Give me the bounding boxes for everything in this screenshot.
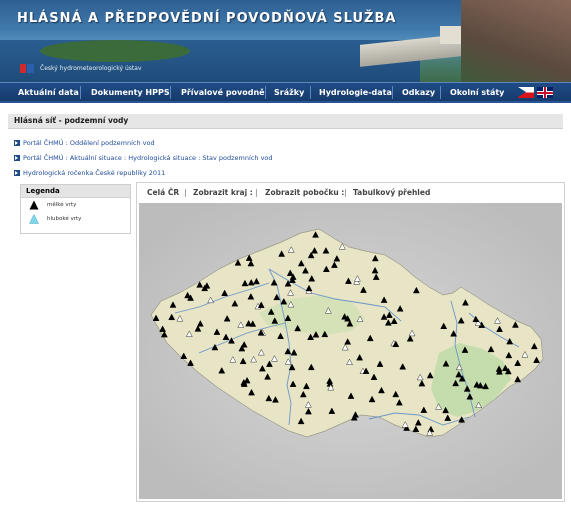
uk-flag-icon[interactable]: [537, 87, 553, 98]
map-legend: Legenda mělké vrty hluboké vrty: [20, 184, 131, 234]
org-name: Český hydrometeorologický ústav: [40, 65, 142, 72]
nav-okolni-staty[interactable]: Okolní státy: [450, 83, 504, 102]
map-panel: Celá ČR | Zobrazit kraj : | Zobrazit pob…: [136, 182, 565, 502]
legend-item-deep: hluboké vrty: [21, 212, 130, 226]
nav-odkazy[interactable]: Odkazy: [402, 83, 435, 102]
link-hydrologicka-rocenka[interactable]: Hydrologická ročenka České republiky 201…: [14, 166, 273, 179]
nav-divider: [265, 86, 266, 99]
link-oddeleni-podzemnich-vod[interactable]: Portál ČHMÚ : Oddělení podzemních vod: [14, 136, 273, 149]
black-triangle-icon: [29, 200, 39, 210]
nav-divider: [440, 86, 441, 99]
nav-aktualni-data[interactable]: Aktuální data: [18, 83, 79, 102]
main-navbar: Aktuální data Dokumenty HPPS Přívalové p…: [0, 82, 571, 103]
nav-divider: [170, 86, 171, 99]
link-arrow-icon: [14, 139, 20, 146]
chmu-logo-icon: [20, 64, 34, 73]
groundwater-map[interactable]: [139, 203, 562, 499]
related-links: Portál ČHMÚ : Oddělení podzemních vod Po…: [14, 136, 273, 181]
link-label[interactable]: Portál ČHMÚ : Oddělení podzemních vod: [23, 139, 155, 147]
nav-hydrologie-data[interactable]: Hydrologie-data: [319, 83, 392, 102]
cz-flag-icon[interactable]: [518, 87, 534, 98]
header-banner: HLÁSNÁ A PŘEDPOVĚDNÍ POVODŇOVÁ SLUŽBA Če…: [0, 0, 571, 82]
page-title: Hlásná síť - podzemní vody: [14, 116, 129, 125]
tb-zobrazit-pobocku[interactable]: Zobrazit pobočku :: [265, 188, 344, 197]
legend-item-shallow: mělké vrty: [21, 198, 130, 212]
nav-srazky[interactable]: Srážky: [274, 83, 304, 102]
link-label[interactable]: Hydrologická ročenka České republiky 201…: [23, 169, 165, 177]
link-stav-podzemnich-vod[interactable]: Portál ČHMÚ : Aktuální situace : Hydrolo…: [14, 151, 273, 164]
nav-dokumenty-hpps[interactable]: Dokumenty HPPS: [91, 83, 170, 102]
tb-divider: |: [184, 188, 187, 197]
tb-divider: |: [344, 188, 347, 197]
banner-rock: [461, 0, 571, 82]
tb-tabulkovy-prehled[interactable]: Tabulkový přehled: [353, 188, 430, 197]
banner-island: [40, 40, 190, 62]
cyan-triangle-icon: [29, 214, 39, 224]
nav-divider: [310, 86, 311, 99]
link-arrow-icon: [14, 169, 20, 176]
nav-privalove-povodne[interactable]: Přívalové povodně: [181, 83, 265, 102]
nav-divider: [392, 86, 393, 99]
link-arrow-icon: [14, 154, 20, 161]
legend-title: Legenda: [21, 185, 130, 198]
map-toolbar: Celá ČR | Zobrazit kraj : | Zobrazit pob…: [137, 183, 564, 201]
page-header-title: HLÁSNÁ A PŘEDPOVĚDNÍ POVODŇOVÁ SLUŽBA: [17, 11, 397, 26]
legend-label: mělké vrty: [47, 202, 77, 208]
nav-divider: [80, 86, 81, 99]
tb-cela-cr[interactable]: Celá ČR: [147, 188, 179, 197]
link-label[interactable]: Portál ČHMÚ : Aktuální situace : Hydrolo…: [23, 154, 273, 162]
tb-divider: |: [255, 188, 258, 197]
section-header: Hlásná síť - podzemní vody: [8, 114, 563, 129]
legend-label: hluboké vrty: [47, 216, 82, 222]
chmu-logo[interactable]: Český hydrometeorologický ústav: [20, 64, 142, 73]
czech-republic-map[interactable]: [139, 203, 562, 499]
tb-zobrazit-kraj[interactable]: Zobrazit kraj :: [193, 188, 253, 197]
